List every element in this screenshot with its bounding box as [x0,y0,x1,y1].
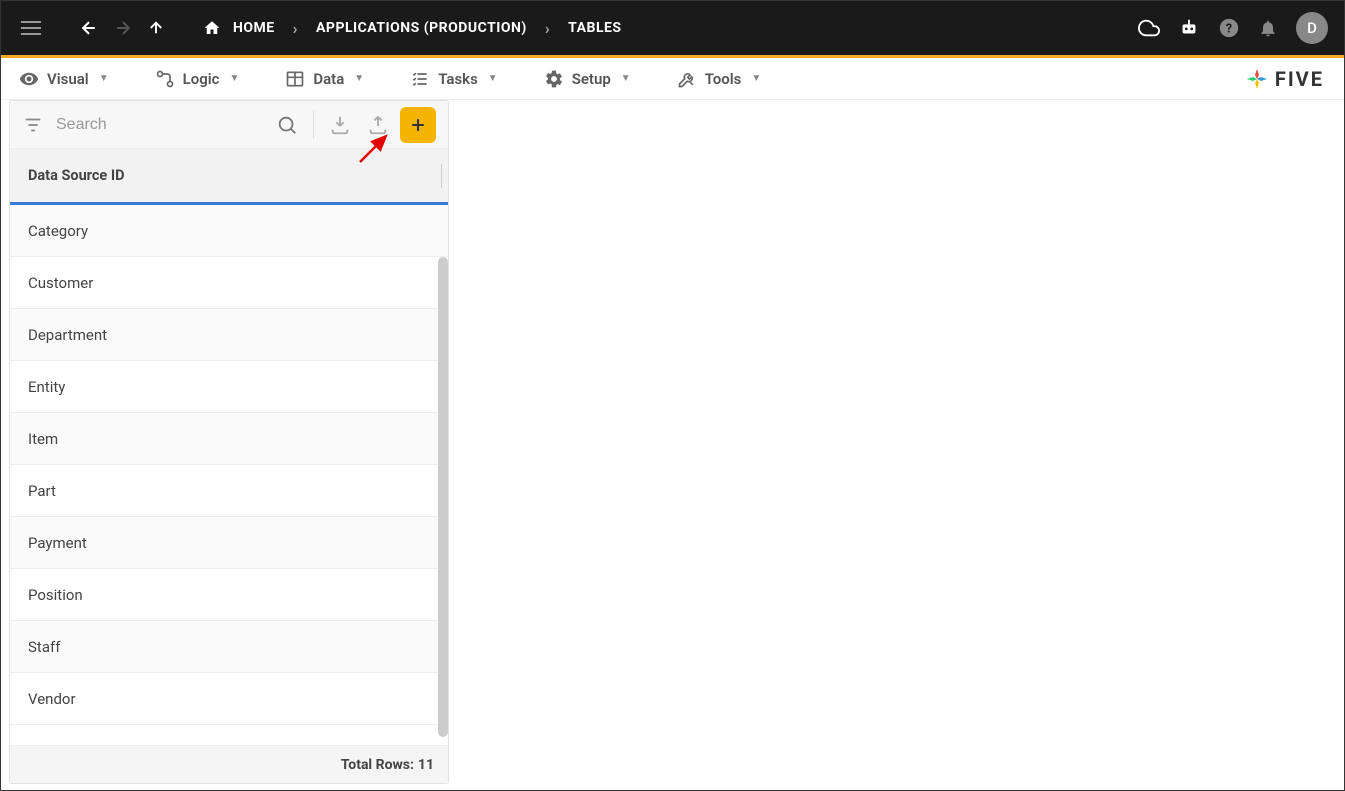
table-row[interactable]: Staff [10,621,448,673]
chevron-down-icon: ▼ [751,73,761,84]
column-resize-handle[interactable] [441,164,442,188]
breadcrumb-home[interactable]: HOME [233,20,275,36]
table-row[interactable]: Part [10,465,448,517]
brand-text: FIVE [1275,67,1324,91]
menu-tasks[interactable]: Tasks ▼ [410,69,498,89]
menu-logic[interactable]: Logic ▼ [155,69,240,89]
menu-label: Data [313,70,344,88]
chevron-down-icon: ▼ [99,73,109,84]
menu-tools[interactable]: Tools ▼ [677,69,762,89]
search-icon[interactable] [271,109,303,141]
column-header-label: Data Source ID [28,167,125,184]
table-row[interactable]: Category [10,205,448,257]
menu-icon[interactable] [17,17,45,39]
row-label: Staff [28,638,60,656]
table-row[interactable]: Customer [10,257,448,309]
row-label: Item [28,430,58,448]
import-icon[interactable] [324,109,356,141]
add-button[interactable] [400,107,436,143]
eye-icon [19,69,39,89]
avatar-initial: D [1307,19,1317,37]
chevron-down-icon: ▼ [488,73,498,84]
chevron-down-icon: ▼ [229,73,239,84]
menu-label: Setup [572,70,611,88]
total-rows-value: 11 [418,757,434,773]
breadcrumb-applications[interactable]: APPLICATIONS (PRODUCTION) [316,20,527,36]
table-row[interactable]: Vendor [10,673,448,725]
panel-toolbar [10,101,448,149]
table-icon [285,69,305,89]
data-panel: Data Source ID Category Customer Departm… [9,100,449,784]
menu-label: Tools [705,70,742,88]
menu-data[interactable]: Data ▼ [285,69,364,89]
breadcrumb-tables[interactable]: TABLES [568,20,621,36]
tools-icon [677,69,697,89]
robot-icon[interactable] [1178,17,1200,39]
back-arrow-icon[interactable] [79,18,99,38]
forward-arrow-icon[interactable] [113,18,133,38]
menu-bar: Visual ▼ Logic ▼ Data ▼ Tasks ▼ Setup ▼ … [1,58,1344,100]
nav-arrows [79,18,165,38]
menu-label: Logic [183,70,220,88]
brand-icon [1245,67,1269,91]
scrollbar-thumb[interactable] [438,257,448,737]
breadcrumb: HOME › APPLICATIONS (PRODUCTION) › TABLE… [203,19,622,38]
row-label: Payment [28,534,87,552]
top-header: HOME › APPLICATIONS (PRODUCTION) › TABLE… [1,1,1344,55]
row-label: Department [28,326,107,344]
row-label: Part [28,482,56,500]
menu-visual[interactable]: Visual ▼ [19,69,109,89]
menu-label: Tasks [438,70,478,88]
cloud-icon[interactable] [1138,17,1160,39]
header-right: ? D [1138,12,1328,44]
total-rows-label: Total Rows: [341,757,414,773]
search-input[interactable] [56,116,265,134]
brand-logo: FIVE [1245,67,1324,91]
row-label: Customer [28,274,93,292]
bell-icon[interactable] [1258,18,1278,38]
chevron-down-icon: ▼ [354,73,364,84]
table-row[interactable]: Department [10,309,448,361]
chevron-down-icon: ▼ [621,73,631,84]
column-header[interactable]: Data Source ID [10,149,448,205]
table-row[interactable]: Payment [10,517,448,569]
svg-text:?: ? [1226,22,1232,37]
help-icon[interactable]: ? [1218,17,1240,39]
table-row[interactable]: Entity [10,361,448,413]
export-icon[interactable] [362,109,394,141]
row-label: Entity [28,378,65,396]
menu-label: Visual [47,70,89,88]
filter-icon[interactable] [22,114,44,136]
footer-bar: Total Rows: 11 [10,745,448,783]
row-label: Position [28,586,83,604]
table-row[interactable]: Item [10,413,448,465]
chevron-right-icon: › [293,19,298,38]
row-label: Category [28,222,88,240]
table-row[interactable]: Position [10,569,448,621]
up-arrow-icon[interactable] [147,19,165,37]
row-label: Vendor [28,690,76,708]
logic-icon [155,69,175,89]
home-icon [203,19,221,37]
avatar[interactable]: D [1296,12,1328,44]
divider [313,111,314,139]
chevron-right-icon: › [545,19,550,38]
table-rows: Category Customer Department Entity Item… [10,205,448,745]
checklist-icon [410,69,430,89]
gear-icon [544,69,564,89]
menu-setup[interactable]: Setup ▼ [544,69,631,89]
